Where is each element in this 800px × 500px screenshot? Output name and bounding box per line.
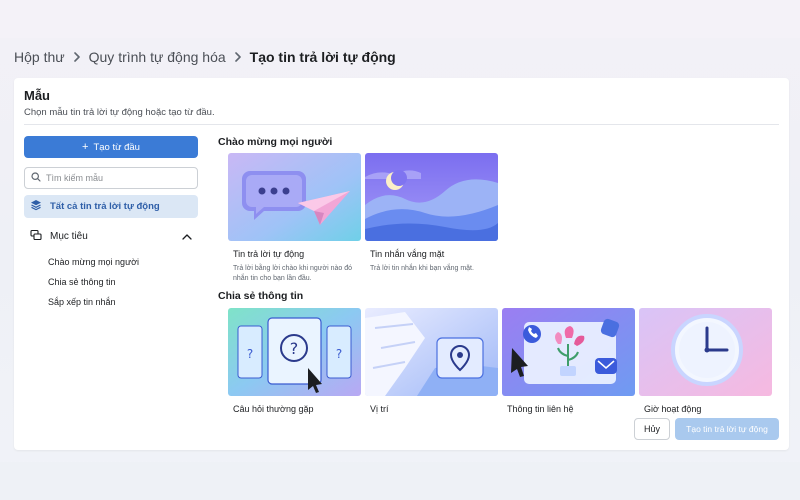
bottom-background [0, 462, 800, 500]
panel-subtitle: Chọn mẫu tin trả lời tự động hoặc tạo từ… [24, 107, 215, 118]
template-card-name: Giờ hoạt động [644, 404, 702, 414]
question-cards-illustration-icon: ? ? ? [228, 308, 361, 396]
template-card-business-hours[interactable]: Giờ hoạt động [639, 308, 772, 414]
chevron-right-icon [73, 52, 81, 62]
goals-icon [30, 229, 42, 244]
template-card-away-message[interactable]: Tin nhắn vắng mặt Trả lời tin nhắn khi b… [365, 153, 498, 274]
layers-icon [30, 199, 42, 214]
group-title-share-info: Chia sẻ thông tin [218, 290, 304, 302]
cancel-button[interactable]: Hủy [634, 418, 670, 440]
clock-illustration-icon [639, 308, 772, 396]
sidebar-item-share-info[interactable]: Chia sẻ thông tin [48, 277, 116, 287]
template-card-desc: Trả lời tin nhắn khi bạn vắng mặt. [370, 265, 474, 272]
breadcrumb-automation[interactable]: Quy trình tự động hóa [89, 49, 226, 65]
svg-text:?: ? [247, 347, 253, 361]
sidebar-item-welcome[interactable]: Chào mừng mọi người [48, 257, 139, 267]
sidebar-item-all[interactable]: Tất cả tin trả lời tự động [24, 195, 198, 218]
breadcrumb-current: Tạo tin trả lời tự động [249, 49, 396, 65]
template-card-contact-info[interactable]: Thông tin liên hệ [502, 308, 635, 414]
create-from-scratch-button[interactable]: + Tạo từ đầu [24, 136, 198, 158]
group-title-welcome: Chào mừng mọi người [218, 136, 333, 148]
map-pin-illustration-icon [365, 308, 498, 396]
template-card-name: Vị trí [370, 404, 389, 414]
template-card-auto-reply[interactable]: Tin trả lời tự động Trả lời bằng lời chà… [228, 153, 361, 284]
chevron-up-icon[interactable] [182, 233, 192, 240]
template-card-name: Thông tin liên hệ [507, 404, 574, 414]
svg-text:?: ? [290, 339, 299, 358]
template-card-name: Tin nhắn vắng mặt [370, 249, 445, 259]
create-from-scratch-label: Tạo từ đầu [93, 141, 140, 153]
breadcrumb-inbox[interactable]: Hộp thư [14, 49, 65, 65]
breadcrumb: Hộp thư Quy trình tự động hóa Tạo tin tr… [14, 48, 396, 66]
create-auto-reply-button[interactable]: Tạo tin trả lời tự động [675, 418, 779, 440]
sidebar-item-sort-messages[interactable]: Sắp xếp tin nhắn [48, 297, 116, 307]
template-card-name: Câu hỏi thường gặp [233, 404, 314, 414]
template-card-desc: Trả lời bằng lời chào khi người nào đó n… [233, 265, 352, 282]
templates-panel: Mẫu Chọn mẫu tin trả lời tự động hoặc tạ… [14, 78, 789, 450]
contact-info-illustration-icon [502, 308, 635, 396]
sidebar-item-all-label: Tất cả tin trả lời tự động [50, 201, 160, 212]
top-background [0, 0, 800, 38]
search-box[interactable] [24, 167, 198, 189]
search-icon [31, 169, 41, 187]
divider [24, 124, 779, 125]
search-input[interactable] [46, 173, 196, 183]
svg-text:?: ? [336, 347, 342, 361]
template-card-location[interactable]: Vị trí [365, 308, 498, 414]
template-card-faq[interactable]: ? ? ? Câu hỏi thường gặp [228, 308, 361, 414]
chat-bubble-paper-plane-illustration-icon [228, 153, 361, 241]
panel-title: Mẫu [24, 88, 50, 103]
template-card-name: Tin trả lời tự động [233, 249, 305, 259]
plus-icon: + [82, 140, 89, 153]
moon-mountains-illustration-icon [365, 153, 498, 241]
chevron-right-icon [234, 52, 242, 62]
sidebar-section-goals-label: Mục tiêu [50, 230, 88, 242]
sidebar-section-goals[interactable]: Mục tiêu [24, 226, 198, 246]
